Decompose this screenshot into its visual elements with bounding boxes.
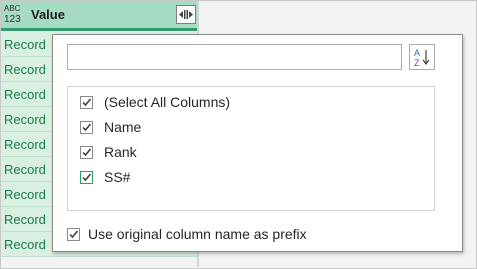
type-icon-abc: ABC <box>4 4 21 13</box>
use-prefix-checkbox[interactable] <box>67 227 80 241</box>
item-label: Rank <box>104 144 137 160</box>
column-item-rank[interactable]: Rank <box>80 142 137 162</box>
any-type-icon[interactable]: ABC 123 <box>4 4 24 26</box>
item-label: Name <box>104 119 142 135</box>
check-icon <box>82 148 92 156</box>
column-item-ss[interactable]: SS# <box>80 167 130 187</box>
ss-checkbox[interactable] <box>80 170 93 184</box>
column-item-name[interactable]: Name <box>80 117 141 137</box>
sort-az-icon: A Z <box>414 48 430 68</box>
use-prefix-option[interactable]: Use original column name as prefix <box>67 224 307 244</box>
svg-text:A: A <box>414 48 420 58</box>
rank-checkbox[interactable] <box>80 145 93 159</box>
svg-text:Z: Z <box>414 58 420 68</box>
check-icon <box>82 173 92 181</box>
column-checklist: (Select All Columns) Name Rank SS# <box>67 86 435 211</box>
search-columns-input[interactable] <box>67 44 402 70</box>
expand-columns-panel: A Z (Select All Columns) Name Rank SS# U… <box>52 34 463 252</box>
sort-button[interactable]: A Z <box>409 44 435 70</box>
use-prefix-label: Use original column name as prefix <box>88 226 307 242</box>
expand-columns-icon <box>179 10 193 19</box>
item-label: SS# <box>104 169 131 185</box>
column-title: Value <box>31 7 65 22</box>
select-all-checkbox[interactable] <box>80 95 93 109</box>
name-checkbox[interactable] <box>80 120 93 134</box>
check-icon <box>69 230 79 238</box>
select-all-columns-item[interactable]: (Select All Columns) <box>80 92 230 112</box>
expand-column-button[interactable] <box>176 5 196 24</box>
type-icon-123: 123 <box>4 14 21 25</box>
check-icon <box>82 98 92 106</box>
value-column-header[interactable]: ABC 123 Value <box>1 1 197 31</box>
power-query-grid: ABC 123 Value Record Record Record Recor… <box>0 0 477 269</box>
check-icon <box>82 123 92 131</box>
item-label: (Select All Columns) <box>104 94 231 110</box>
